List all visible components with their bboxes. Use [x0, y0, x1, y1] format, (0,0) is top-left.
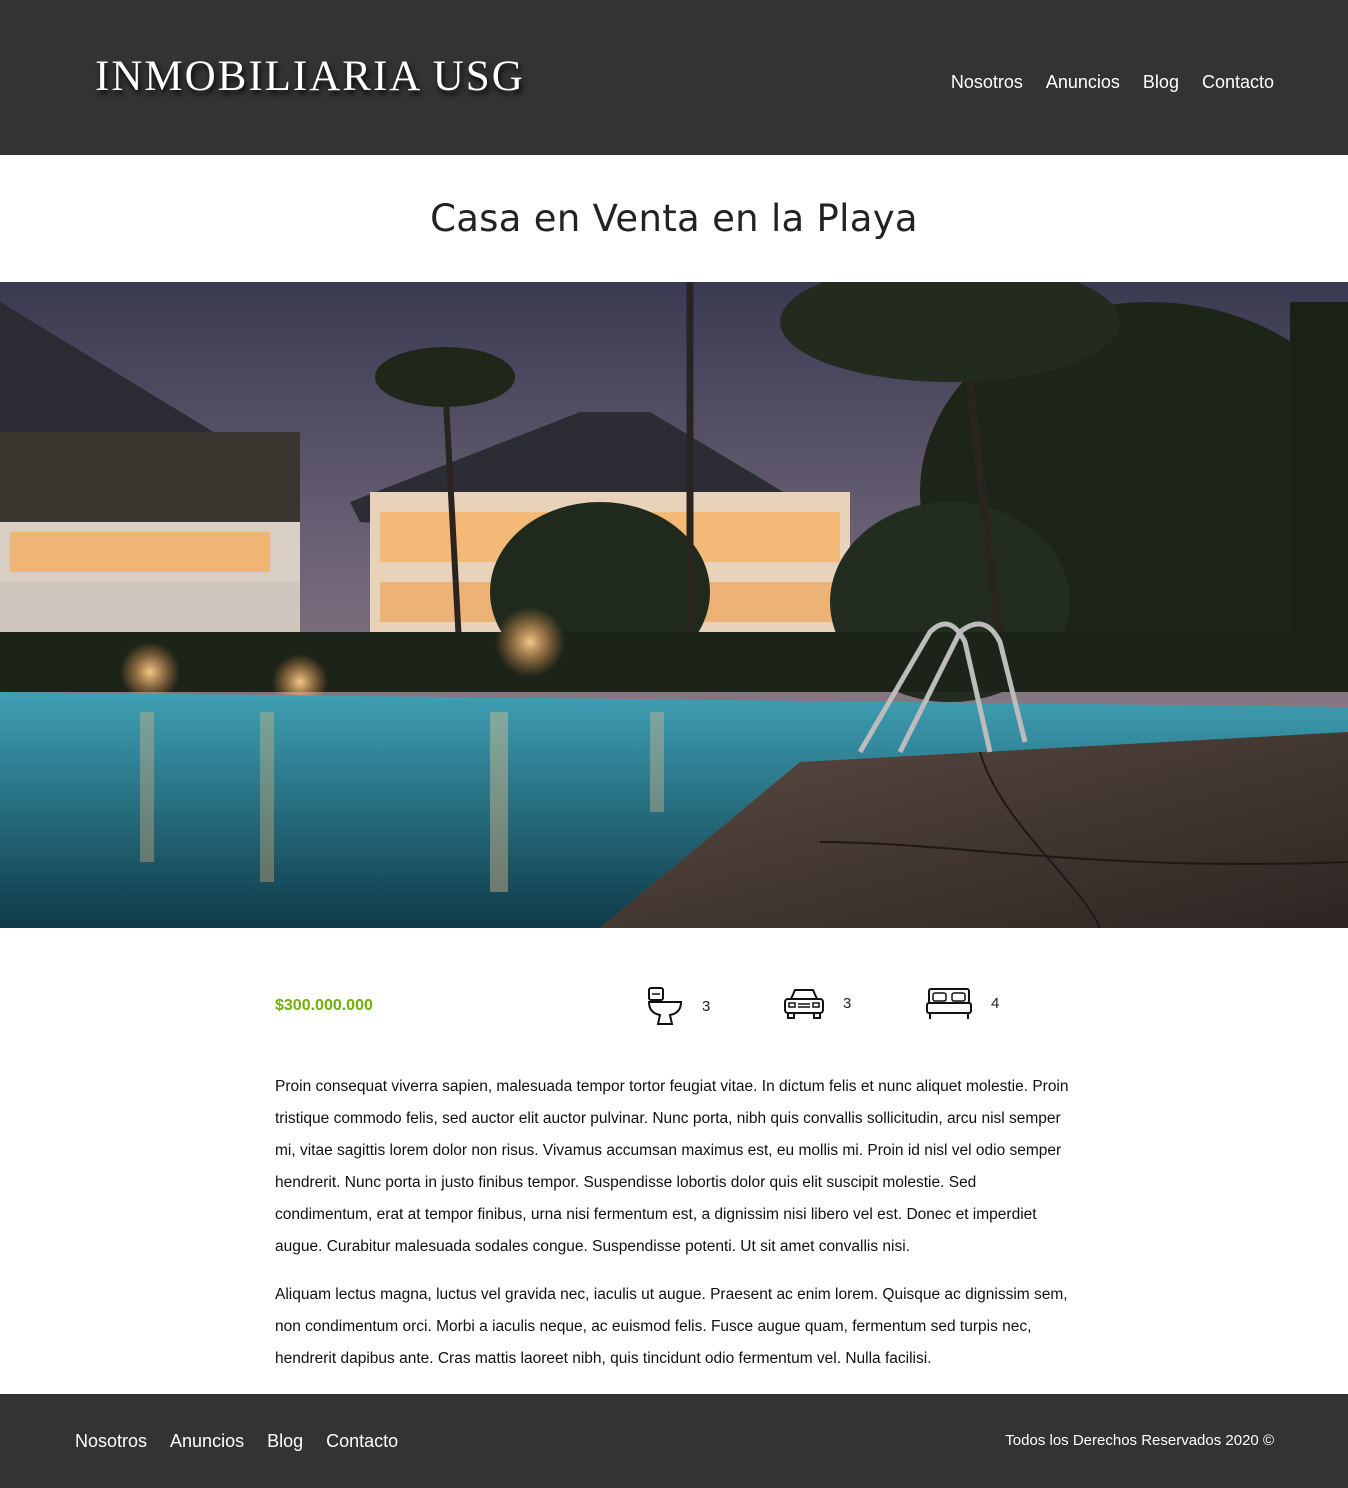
nav-link-anuncios[interactable]: Anuncios [1046, 72, 1120, 93]
footer-link-contacto[interactable]: Contacto [326, 1431, 398, 1452]
toilet-icon [647, 987, 683, 1025]
site-logo[interactable]: INMOBILIARIA USG [95, 52, 525, 101]
copyright-text: Todos los Derechos Reservados 2020 © [1005, 1432, 1274, 1449]
listing-description: Proin consequat viverra sapien, malesuad… [275, 1071, 1075, 1391]
footer-link-blog[interactable]: Blog [267, 1431, 303, 1452]
bathrooms-count: 3 [702, 997, 711, 1015]
feature-bathrooms: 3 [646, 985, 710, 1027]
listing-title: Casa en Venta en la Playa [430, 197, 918, 240]
feature-parking: 3 [783, 985, 851, 1021]
footer-link-anuncios[interactable]: Anuncios [170, 1431, 244, 1452]
nav-link-blog[interactable]: Blog [1143, 72, 1179, 93]
footer-link-nosotros[interactable]: Nosotros [75, 1431, 147, 1452]
description-paragraph-1: Proin consequat viverra sapien, malesuad… [275, 1078, 1069, 1255]
nav-link-nosotros[interactable]: Nosotros [951, 72, 1023, 93]
description-paragraph-2: Aliquam lectus magna, luctus vel gravida… [275, 1286, 1068, 1367]
bed-icon [926, 988, 972, 1019]
main-nav: Nosotros Anuncios Blog Contacto [951, 72, 1274, 93]
parking-count: 3 [843, 994, 852, 1012]
page-title: Casa en Venta en la Playa [0, 197, 1348, 240]
feature-bedrooms: 4 [925, 985, 999, 1021]
site-header: INMOBILIARIA USG Nosotros Anuncios Blog … [0, 0, 1348, 155]
bedrooms-count: 4 [991, 994, 1000, 1012]
nav-link-contacto[interactable]: Contacto [1202, 72, 1274, 93]
listing-price: $300.000.000 [275, 997, 373, 1014]
resort-pool-photo [0, 282, 1348, 928]
listing-hero-image [0, 282, 1348, 928]
footer-nav: Nosotros Anuncios Blog Contacto [75, 1431, 398, 1452]
site-footer: Nosotros Anuncios Blog Contacto Todos lo… [0, 1394, 1348, 1488]
car-icon [784, 989, 824, 1019]
